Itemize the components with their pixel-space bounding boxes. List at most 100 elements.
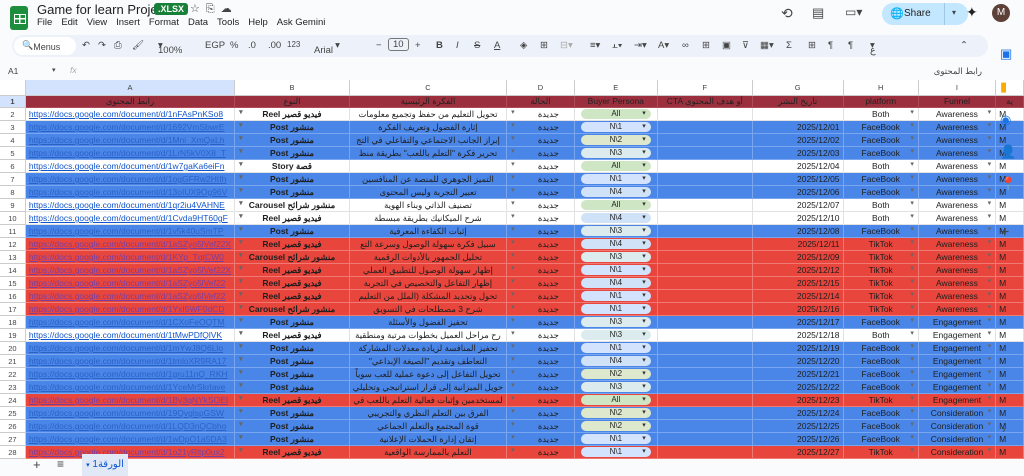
idea-cell[interactable]: تصنيف الذاتي وبناء الهوية	[349, 198, 508, 213]
dropdown-arrow-icon[interactable]: ▾	[511, 290, 515, 298]
all-sheets-icon[interactable]: ≡	[57, 457, 64, 471]
platform-cell[interactable]: FaceBook ▾	[843, 120, 919, 135]
cta-cell[interactable]	[657, 315, 753, 330]
status-cell[interactable]: ▾ جديدة	[506, 367, 575, 382]
row-number[interactable]: 4	[0, 133, 26, 148]
dropdown-arrow-icon[interactable]: ▾	[910, 212, 914, 220]
funnel-cell[interactable]: Engagement ▾	[918, 354, 997, 369]
dropdown-arrow-icon[interactable]: ▾	[239, 290, 243, 298]
italic-button[interactable]: I	[456, 40, 459, 51]
platform-cell[interactable]: FaceBook ▾	[843, 380, 919, 395]
dropdown-arrow-icon[interactable]: ▾	[910, 199, 914, 207]
dropdown-arrow-icon[interactable]: ▾	[511, 329, 515, 337]
type-cell[interactable]: ▾ Post منشور	[234, 341, 350, 356]
align-icon[interactable]: ≡▾	[590, 40, 600, 51]
persona-cell[interactable]: N\4 ▾	[574, 276, 658, 291]
date-cell[interactable]: 2025/12/01	[752, 120, 844, 135]
dropdown-arrow-icon[interactable]: ▾	[239, 394, 243, 402]
link-cell[interactable]: https://docs.google.com/document/d/1aSZy…	[25, 263, 236, 278]
platform-cell[interactable]: TikTok ▾	[843, 250, 919, 265]
status-cell[interactable]: ▾ جديدة	[506, 198, 575, 213]
funnel-cell[interactable]: Awareness ▾	[918, 237, 997, 252]
persona-cell[interactable]: N\3 ▾	[574, 146, 658, 161]
header-cell[interactable]: الفكرة الرئيسية	[349, 95, 508, 109]
dropdown-arrow-icon[interactable]: ▾	[511, 407, 515, 415]
menus-search[interactable]: 🔍 Menus	[14, 37, 76, 55]
content-link[interactable]: https://docs.google.com/document/d/1tMwP…	[29, 330, 222, 340]
decrease-decimal-button[interactable]: .0	[248, 40, 256, 51]
dropdown-arrow-icon[interactable]: ▾	[239, 420, 243, 428]
type-cell[interactable]: ▾ Post منشور	[234, 172, 350, 187]
row-number[interactable]: 26	[0, 419, 26, 434]
cta-cell[interactable]	[657, 107, 753, 122]
row-number[interactable]: 1	[0, 95, 26, 109]
dropdown-arrow-icon[interactable]: ▾	[511, 381, 515, 389]
freeze-icon[interactable]: ⊞	[808, 40, 816, 51]
content-link[interactable]: https://docs.google.com/document/d/1aSZy…	[29, 291, 226, 301]
idea-cell[interactable]: إظهار التفاعل والتخصيص في التجربة	[349, 276, 508, 291]
type-cell[interactable]: ▾ Reel فيديو قصير	[234, 393, 350, 408]
idea-cell[interactable]: شرح الميكانيك بطريقة مبسطة	[349, 211, 508, 226]
dropdown-arrow-icon[interactable]: ▾	[642, 317, 646, 327]
content-link[interactable]: https://docs.google.com/document/d/1692V…	[29, 122, 225, 132]
link-cell[interactable]: https://docs.google.com/document/d/1tmlo…	[25, 354, 236, 369]
strikethrough-button[interactable]: S	[474, 40, 480, 51]
content-link[interactable]: https://docs.google.com/document/d/1gru1…	[29, 369, 228, 379]
dropdown-arrow-icon[interactable]: ▾	[239, 316, 243, 324]
text-color-button[interactable]: A	[494, 40, 500, 51]
dropdown-arrow-icon[interactable]: ▾	[642, 265, 646, 275]
link-cell[interactable]: https://docs.google.com/document/d/1v5k4…	[25, 224, 236, 239]
cta-cell[interactable]	[657, 237, 753, 252]
type-cell[interactable]: ▾ Post منشور	[234, 224, 350, 239]
funnel-cell[interactable]: Awareness ▾	[918, 146, 997, 161]
link-cell[interactable]: https://docs.google.com/document/d/1aSZy…	[25, 237, 236, 252]
content-link[interactable]: https://docs.google.com/document/d/1LQD3…	[29, 421, 227, 431]
status-cell[interactable]: ▾ جديدة	[506, 393, 575, 408]
persona-cell[interactable]: All ▾	[574, 159, 658, 174]
dropdown-arrow-icon[interactable]: ▾	[642, 421, 646, 431]
dropdown-arrow-icon[interactable]: ▾	[511, 134, 515, 142]
cloud-status-icon[interactable]: ☁	[221, 3, 238, 15]
cta-cell[interactable]	[657, 133, 753, 148]
dropdown-arrow-icon[interactable]: ▾	[642, 187, 646, 197]
dropdown-arrow-icon[interactable]: ▾	[910, 290, 914, 298]
idea-cell[interactable]: إبراز الجانب الاجتماعي والتفاعلي في التج	[349, 133, 508, 148]
content-link[interactable]: https://docs.google.com/document/d/1YxI5…	[29, 304, 225, 314]
calendar-icon[interactable]: ▣	[1000, 46, 1012, 62]
link-icon[interactable]: ∞	[682, 40, 689, 51]
increase-font-size-button[interactable]: +	[415, 40, 421, 51]
dropdown-arrow-icon[interactable]: ▾	[910, 394, 914, 402]
funnel-cell[interactable]: Consideration ▾	[918, 419, 997, 434]
column-header[interactable]: G	[752, 80, 844, 96]
dropdown-arrow-icon[interactable]: ▾	[239, 329, 243, 337]
row-number[interactable]: 13	[0, 250, 26, 265]
link-cell[interactable]: https://docs.google.com/document/d/1qr2i…	[25, 198, 236, 213]
dropdown-arrow-icon[interactable]: ▾	[910, 316, 914, 324]
link-cell[interactable]: https://docs.google.com/document/d/13oIU…	[25, 185, 236, 200]
dropdown-arrow-icon[interactable]: ▾	[910, 186, 914, 194]
content-link[interactable]: https://docs.google.com/document/d/19Qvg…	[29, 408, 224, 418]
column-header[interactable]: C	[349, 80, 508, 96]
funnel-cell[interactable]: Awareness ▾	[918, 172, 997, 187]
content-link[interactable]: https://docs.google.com/document/d/1aSZy…	[29, 265, 231, 275]
dropdown-arrow-icon[interactable]: ▾	[511, 303, 515, 311]
font-select[interactable]: Arial ▾	[314, 40, 340, 56]
idea-cell[interactable]: تحويل التعليم من حفظ وتجميع معلومات	[349, 107, 508, 122]
link-cell[interactable]: https://docs.google.com/document/d/1YxI5…	[25, 302, 236, 317]
persona-chip[interactable]: N\1 ▾	[580, 434, 651, 445]
status-cell[interactable]: ▾ جديدة	[506, 146, 575, 161]
idea-cell[interactable]: إثارة الفضول وتعريف الفكرة	[349, 120, 508, 135]
link-cell[interactable]: https://docs.google.com/document/d/1692V…	[25, 120, 236, 135]
type-cell[interactable]: ▾ Reel فيديو قصير	[234, 276, 350, 291]
persona-cell[interactable]: N\3 ▾	[574, 328, 658, 343]
content-link[interactable]: https://docs.google.com/document/d/1qr2i…	[29, 200, 225, 210]
funnel-cell[interactable]: Awareness ▾	[918, 250, 997, 265]
date-cell[interactable]	[752, 107, 844, 122]
persona-cell[interactable]: N\4 ▾	[574, 185, 658, 200]
persona-chip[interactable]: N\3 ▾	[580, 317, 651, 328]
menu-ask-gemini[interactable]: Ask Gemini	[277, 17, 326, 28]
persona-cell[interactable]: All ▾	[574, 393, 658, 408]
platform-cell[interactable]: FaceBook ▾	[843, 224, 919, 239]
text-rotation-icon[interactable]: A▾	[658, 40, 669, 51]
idea-cell[interactable]: الفرق بين التعلم النظري والتجريبي	[349, 406, 508, 421]
